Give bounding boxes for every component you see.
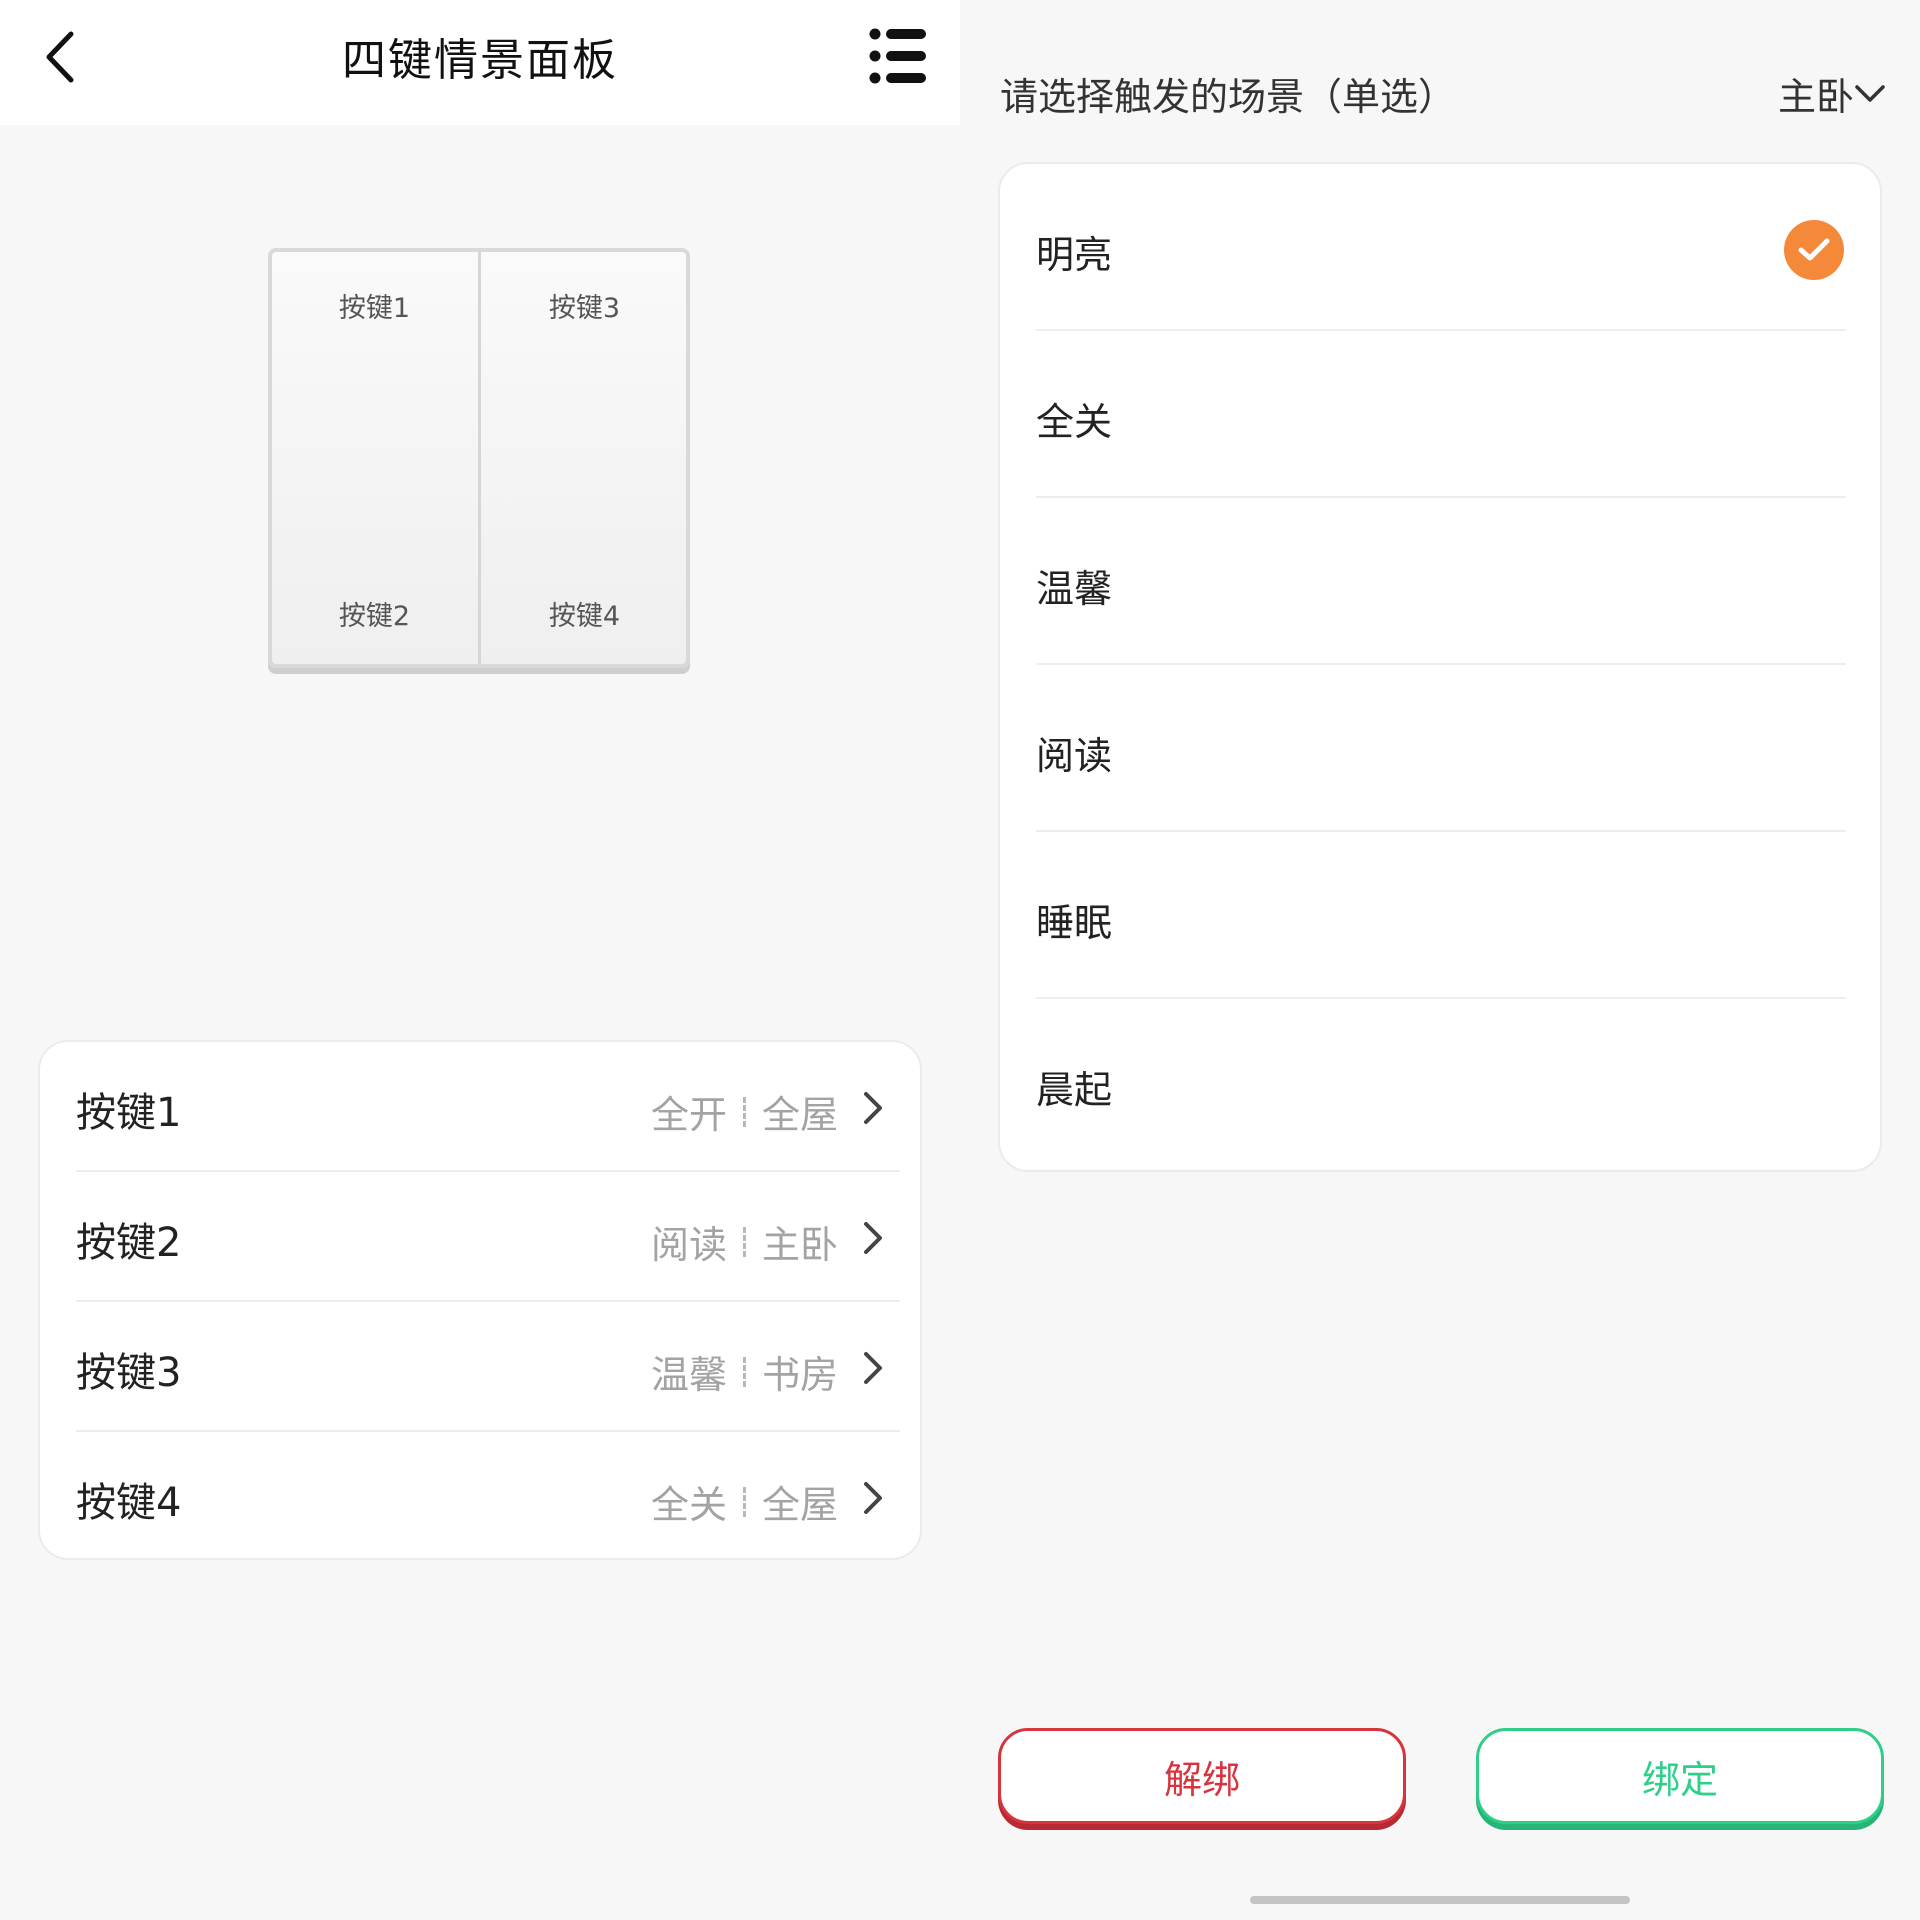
bound-room: 全屋	[761, 1093, 838, 1137]
separator	[742, 1096, 746, 1127]
scene-option-bright[interactable]: 明亮	[1036, 164, 1846, 331]
scene-option-cozy[interactable]: 温馨	[1036, 498, 1846, 665]
scene-prompt: 请选择触发的场景（单选）	[1000, 75, 1457, 119]
left-pane: 四键情景面板 按键1 按键3 按键2 按键4 按键1 全开 全屋 按键2 阅读 …	[0, 0, 960, 1920]
switch-panel-illustration: 按键1 按键3 按键2 按键4	[268, 248, 690, 668]
menu-button[interactable]	[866, 24, 930, 88]
scene-option-sleep[interactable]: 睡眠	[1036, 832, 1846, 999]
separator	[742, 1486, 746, 1517]
key-row-binding: 全关 全屋	[651, 1474, 838, 1529]
key-row-binding: 全开 全屋	[651, 1084, 838, 1139]
bound-scene: 阅读	[650, 1223, 727, 1267]
key-row-binding: 阅读 主卧	[651, 1214, 838, 1269]
panel-key-3[interactable]: 按键3	[482, 286, 687, 325]
scene-label: 睡眠	[1036, 901, 1113, 945]
key-row-4[interactable]: 按键4 全关 全屋	[76, 1432, 900, 1562]
bound-room: 全屋	[761, 1483, 838, 1527]
separator	[742, 1226, 746, 1257]
key-row-1[interactable]: 按键1 全开 全屋	[76, 1042, 900, 1172]
scene-option-wake-up[interactable]: 晨起	[1036, 999, 1846, 1166]
key-row-label: 按键4	[76, 1480, 182, 1526]
key-row-label: 按键2	[76, 1220, 182, 1266]
room-selector-value: 主卧	[1778, 75, 1855, 119]
scene-label: 温馨	[1036, 567, 1113, 611]
key-row-2[interactable]: 按键2 阅读 主卧	[76, 1172, 900, 1302]
panel-key-4[interactable]: 按键4	[482, 594, 687, 633]
home-indicator	[1250, 1896, 1630, 1904]
key-row-label: 按键1	[76, 1090, 182, 1136]
key-row-3[interactable]: 按键3 温馨 书房	[76, 1302, 900, 1432]
key-row-label: 按键3	[76, 1350, 182, 1396]
scene-label: 阅读	[1036, 734, 1113, 778]
key-list-card: 按键1 全开 全屋 按键2 阅读 主卧 按键3 温馨 书房 按键4 全关 全屋	[38, 1040, 922, 1560]
scene-option-reading[interactable]: 阅读	[1036, 665, 1846, 832]
bound-room: 书房	[761, 1353, 838, 1397]
key-row-binding: 温馨 书房	[651, 1344, 838, 1399]
right-pane: 请选择触发的场景（单选） 主卧 明亮 全关 温馨 阅读 睡眠 晨起 解绑 绑定	[960, 0, 1920, 1920]
room-selector[interactable]: 主卧	[1778, 66, 1886, 121]
bound-scene: 全关	[650, 1483, 727, 1527]
page-title: 四键情景面板	[342, 35, 618, 86]
unbind-button[interactable]: 解绑	[998, 1728, 1406, 1824]
chevron-right-icon	[864, 1222, 882, 1254]
panel-key-2[interactable]: 按键2	[272, 594, 477, 633]
panel-divider	[478, 252, 481, 664]
bound-scene: 温馨	[650, 1353, 727, 1397]
chevron-right-icon	[864, 1092, 882, 1124]
scene-label: 全关	[1036, 400, 1113, 444]
scene-label: 明亮	[1036, 233, 1113, 277]
bound-scene: 全开	[650, 1093, 727, 1137]
panel-key-1[interactable]: 按键1	[272, 286, 477, 325]
top-bar: 四键情景面板	[0, 0, 960, 125]
bound-room: 主卧	[761, 1223, 838, 1267]
scene-list-card: 明亮 全关 温馨 阅读 睡眠 晨起	[998, 162, 1882, 1172]
check-icon	[1784, 220, 1844, 280]
chevron-right-icon	[864, 1352, 882, 1384]
scene-option-all-off[interactable]: 全关	[1036, 331, 1846, 498]
chevron-down-icon	[1855, 84, 1885, 102]
bind-button[interactable]: 绑定	[1476, 1728, 1884, 1824]
scene-label: 晨起	[1036, 1068, 1113, 1112]
chevron-right-icon	[864, 1482, 882, 1514]
separator	[742, 1356, 746, 1387]
list-icon	[869, 28, 926, 84]
